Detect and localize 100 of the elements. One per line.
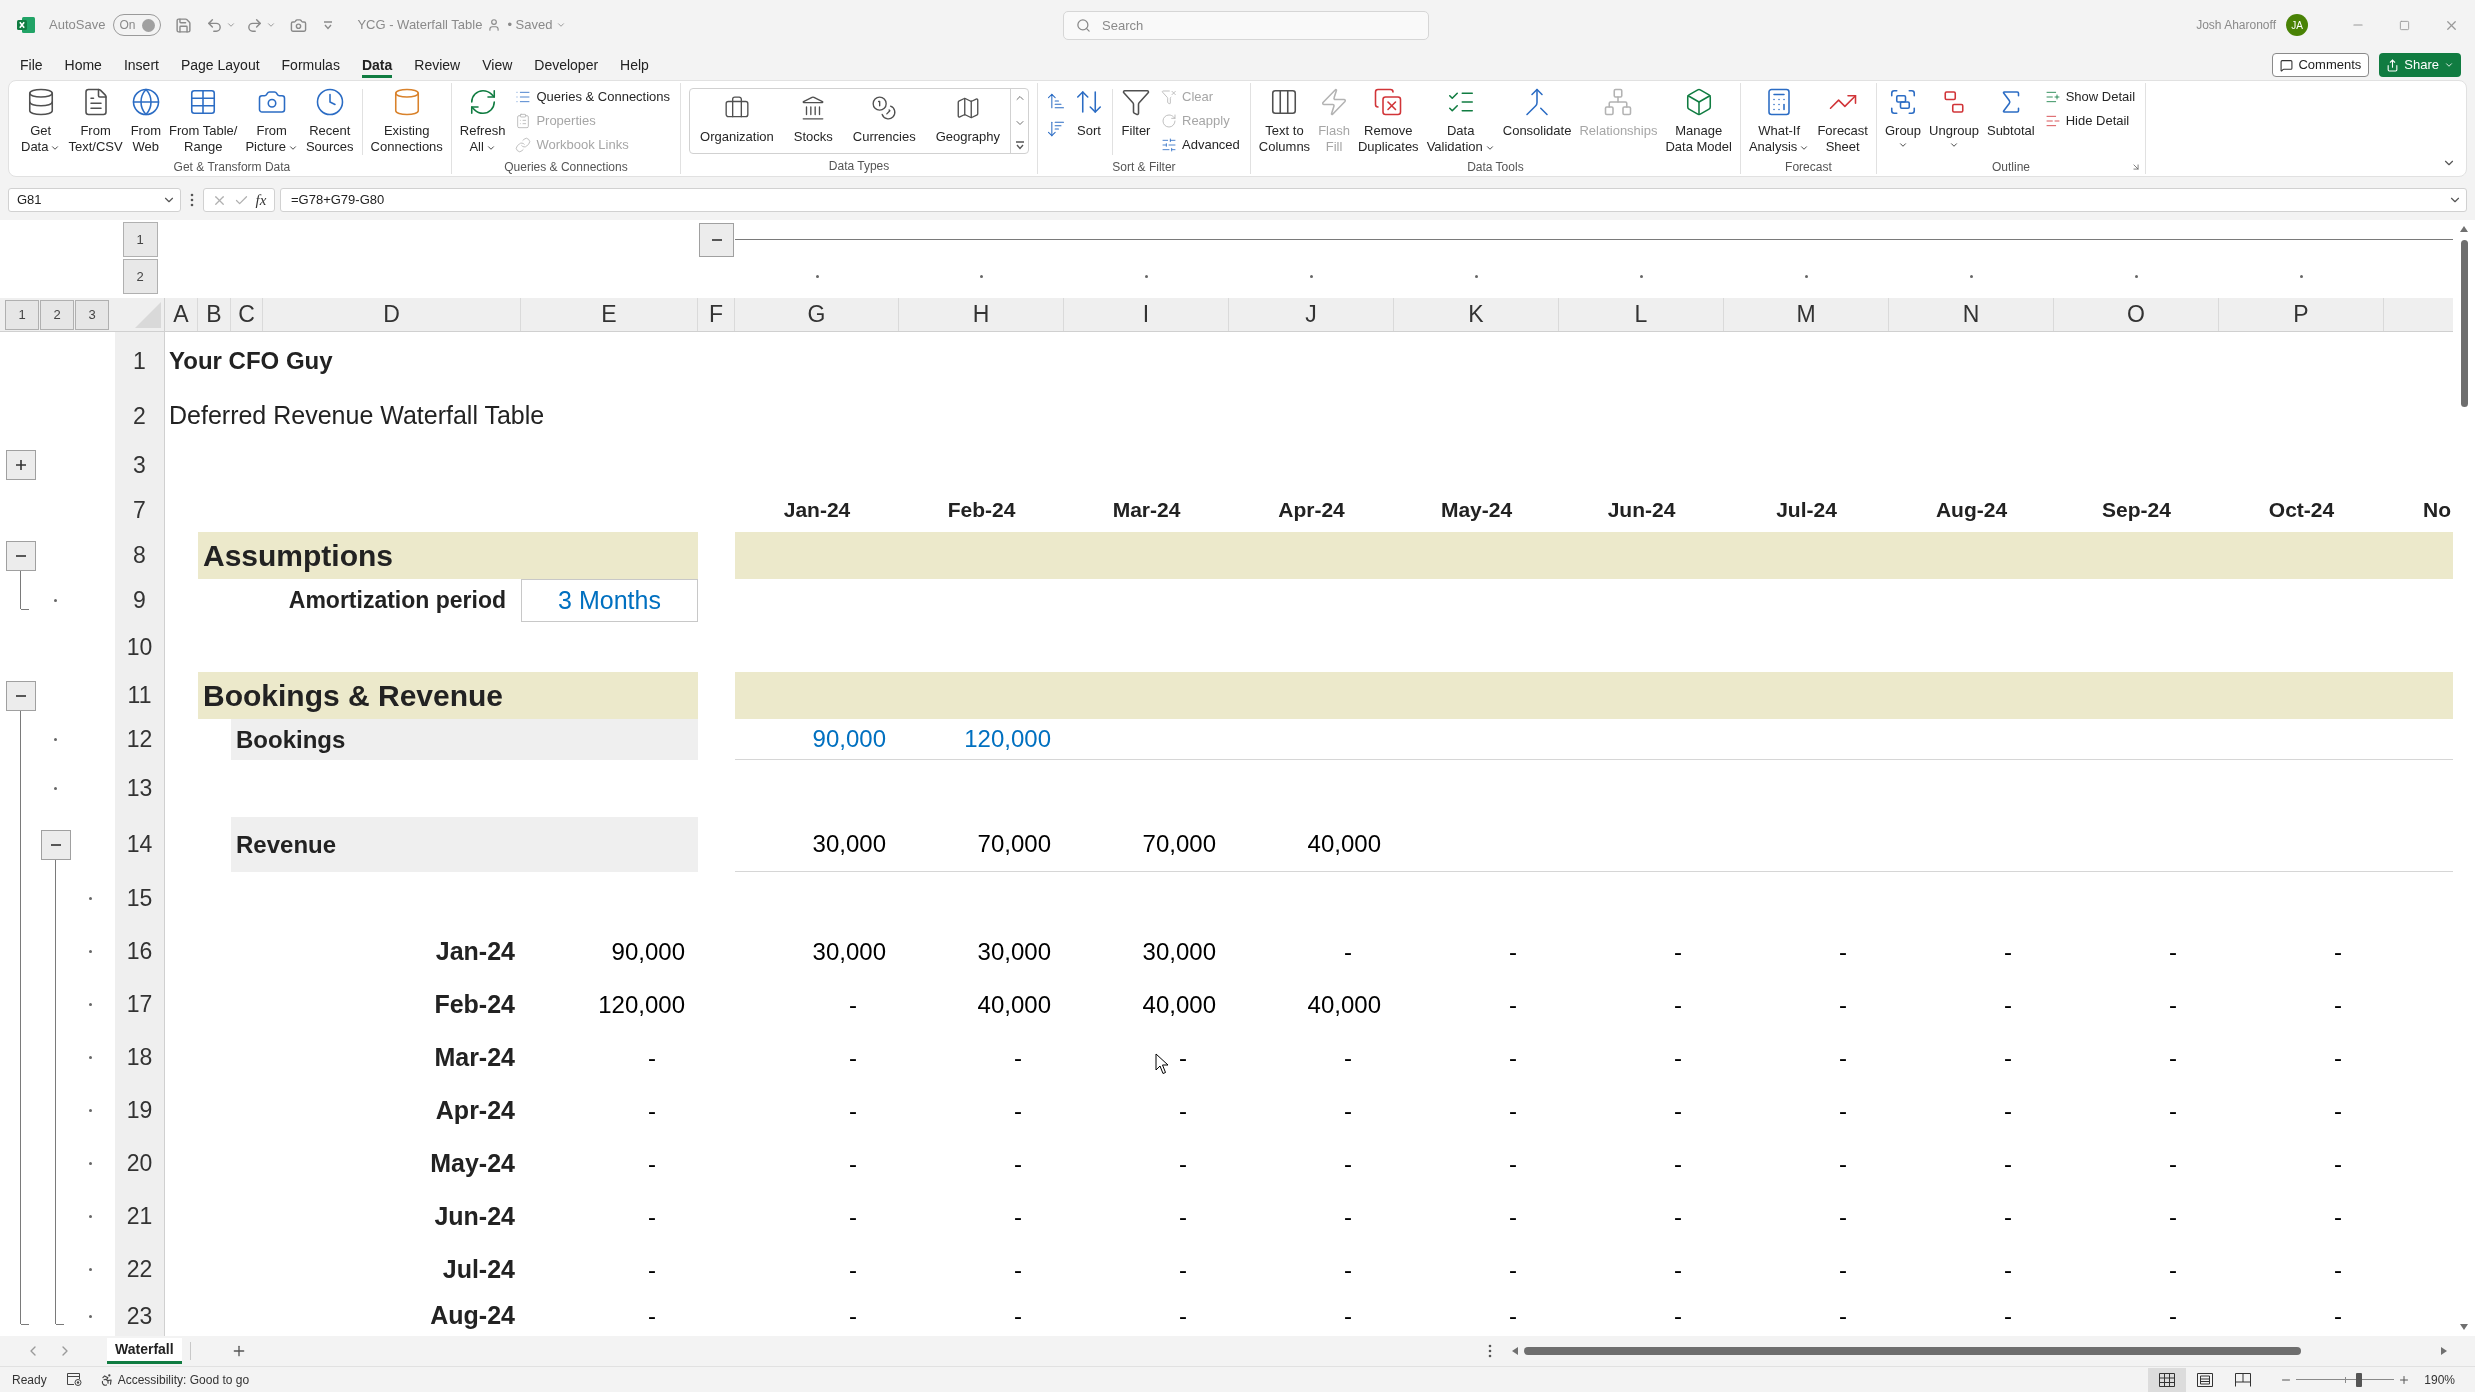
search-field[interactable]: Search: [1063, 10, 1429, 40]
scrollbar-thumb[interactable]: [1524, 1347, 2301, 1355]
column-header[interactable]: E: [521, 298, 698, 331]
ribbon-button[interactable]: Filter: [1117, 83, 1155, 159]
menu-tab[interactable]: View: [482, 52, 513, 78]
ribbon-button[interactable]: Existing Connections: [366, 83, 447, 159]
ribbon-button[interactable]: Consolidate: [1498, 83, 1576, 159]
column-header[interactable]: J: [1229, 298, 1394, 331]
plus-icon[interactable]: [2398, 1373, 2411, 1386]
row-header[interactable]: 18: [115, 1031, 165, 1084]
menu-tab[interactable]: Home: [64, 52, 102, 78]
outline-level-button[interactable]: 1: [122, 222, 158, 257]
accessibility-button[interactable]: Accessibility: Good to go: [99, 1370, 250, 1389]
collapse-button[interactable]: [40, 829, 71, 860]
menu-tab[interactable]: Review: [414, 52, 461, 78]
redo-icon[interactable]: [246, 16, 264, 34]
avatar[interactable]: JA: [2286, 14, 2308, 36]
ribbon-button[interactable]: From Web: [126, 83, 165, 159]
column-header[interactable]: K: [1394, 298, 1559, 331]
ribbon-button[interactable]: Queries & Connections: [511, 85, 675, 109]
gallery-item[interactable]: Stocks: [783, 89, 843, 153]
undo-icon[interactable]: [206, 16, 224, 34]
view-button[interactable]: [2148, 1367, 2187, 1392]
row-header[interactable]: 23: [115, 1296, 165, 1336]
input-cell[interactable]: 3 Months: [521, 579, 698, 622]
column-header[interactable]: M: [1724, 298, 1889, 331]
collapse-button[interactable]: [5, 540, 36, 571]
sheet-tab[interactable]: Waterfall: [107, 1338, 182, 1364]
triangle-down-icon[interactable]: [2460, 1324, 2468, 1330]
column-header[interactable]: I: [1064, 298, 1229, 331]
gallery-item[interactable]: Geography: [925, 89, 1010, 153]
column-header[interactable]: P: [2219, 298, 2384, 331]
bar-caret-icon[interactable]: [1014, 141, 1025, 150]
share-button[interactable]: Share: [2379, 53, 2461, 77]
ribbon-button[interactable]: Group: [1880, 83, 1926, 159]
zoom-slider-track[interactable]: [2296, 1372, 2395, 1387]
column-header[interactable]: O: [2054, 298, 2219, 331]
ribbon-button[interactable]: Text to Columns: [1254, 83, 1315, 159]
outline-level-button[interactable]: 2: [122, 259, 158, 294]
page-dot-icon[interactable]: [66, 1373, 82, 1386]
row-header[interactable]: 21: [115, 1190, 165, 1243]
column-header[interactable]: F: [698, 298, 735, 331]
triangle-up-icon[interactable]: [2460, 226, 2468, 232]
menu-tab[interactable]: Help: [620, 52, 649, 78]
column-header[interactable]: C: [231, 298, 263, 331]
row-header[interactable]: 13: [115, 760, 165, 817]
ribbon-button[interactable]: Data Validation: [1422, 83, 1499, 159]
outline-level-button[interactable]: 1: [5, 299, 39, 330]
row-header[interactable]: 7: [115, 488, 165, 532]
row-header[interactable]: 22: [115, 1243, 165, 1296]
ribbon-button[interactable]: What-If Analysis: [1744, 83, 1814, 159]
row-header[interactable]: 17: [115, 978, 165, 1031]
ribbon-button[interactable]: From Picture: [241, 83, 302, 159]
ribbon-button[interactable]: From Text/CSV: [64, 83, 127, 159]
column-header[interactable]: L: [1559, 298, 1724, 331]
maximize-icon[interactable]: [2399, 19, 2410, 31]
ribbon-button[interactable]: Forecast Sheet: [1813, 83, 1872, 159]
ribbon-button[interactable]: Get Data: [17, 83, 65, 159]
sort-ascending-icon[interactable]: [1046, 91, 1066, 111]
sort-descending-icon[interactable]: [1046, 119, 1066, 139]
ribbon-button[interactable]: Refresh All: [455, 83, 510, 159]
menu-tab[interactable]: Formulas: [281, 52, 340, 78]
column-header[interactable]: G: [735, 298, 899, 331]
camera-icon[interactable]: [290, 16, 308, 34]
collapse-button[interactable]: [5, 680, 36, 711]
row-header[interactable]: 20: [115, 1137, 165, 1190]
vertical-scrollbar[interactable]: [2453, 220, 2475, 1336]
row-header[interactable]: 8: [115, 532, 165, 579]
menu-tab[interactable]: Page Layout: [180, 52, 260, 78]
row-header[interactable]: 15: [115, 872, 165, 925]
row-header[interactable]: 16: [115, 925, 165, 978]
ribbon-button[interactable]: Ungroup: [1925, 83, 1983, 159]
row-header[interactable]: 9: [115, 579, 165, 622]
dots-vertical-icon[interactable]: [190, 193, 194, 207]
formula-field[interactable]: =G78+G79-G80: [280, 188, 2467, 212]
column-header[interactable]: D: [263, 298, 521, 331]
ribbon-button[interactable]: Remove Duplicates: [1353, 83, 1423, 159]
zoom-level-button[interactable]: 190%: [2424, 1370, 2455, 1389]
save-icon[interactable]: [175, 16, 193, 34]
collapse-button[interactable]: [699, 222, 734, 257]
dialog-launcher-icon[interactable]: [2131, 162, 2142, 172]
row-header[interactable]: 1: [115, 332, 165, 390]
gallery-item[interactable]: Currencies: [842, 89, 926, 153]
dots-vertical-icon[interactable]: [1488, 1344, 1492, 1358]
row-header[interactable]: 19: [115, 1084, 165, 1137]
name-box[interactable]: G81: [8, 188, 181, 212]
ribbon-button[interactable]: Hide Detail: [2040, 109, 2140, 133]
outline-level-button[interactable]: 2: [40, 299, 74, 330]
menu-tab[interactable]: File: [20, 52, 43, 78]
ribbon-button[interactable]: Show Detail: [2040, 85, 2140, 109]
slider-thumb[interactable]: [2356, 1372, 2362, 1387]
outline-level-button[interactable]: 3: [75, 299, 109, 330]
ribbon-button[interactable]: From Table/ Range: [165, 83, 242, 159]
row-header[interactable]: 11: [115, 672, 165, 719]
menu-tab[interactable]: Insert: [123, 52, 159, 78]
ribbon-button[interactable]: Manage Data Model: [1661, 83, 1736, 159]
row-header[interactable]: 14: [115, 817, 165, 872]
comments-button[interactable]: Comments: [2272, 53, 2370, 77]
ribbon-button[interactable]: Advanced: [1157, 133, 1244, 157]
row-header[interactable]: 10: [115, 622, 165, 672]
